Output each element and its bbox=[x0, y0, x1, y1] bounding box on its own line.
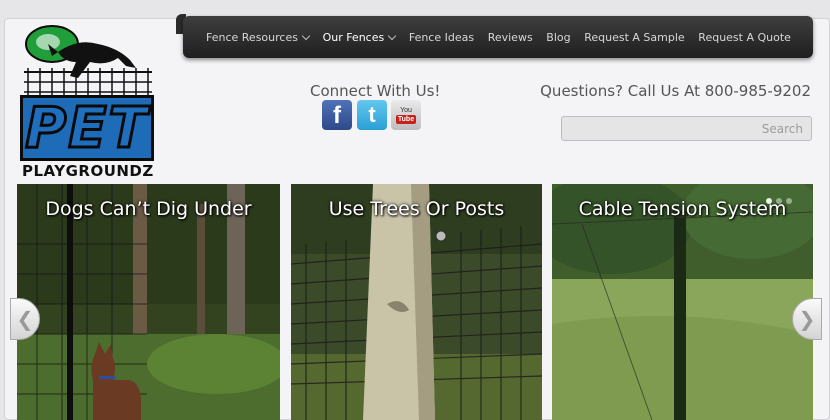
facebook-icon[interactable]: f bbox=[322, 100, 352, 130]
slide-title: Use Trees Or Posts bbox=[328, 198, 505, 220]
nav-item-fence-resources[interactable]: Fence Resources bbox=[206, 30, 311, 44]
main-nav: Fence Resources Our Fences Fence Ideas R… bbox=[183, 16, 813, 58]
nav-label: Fence Resources bbox=[206, 30, 298, 44]
search-input[interactable] bbox=[561, 116, 812, 141]
nav-label: Request A Quote bbox=[698, 30, 791, 44]
nav-item-blog[interactable]: Blog bbox=[546, 31, 570, 44]
nav-item-reviews[interactable]: Reviews bbox=[488, 31, 533, 44]
chevron-left-icon: ❮ bbox=[16, 307, 34, 331]
nav-item-fence-ideas[interactable]: Fence Ideas bbox=[409, 31, 474, 44]
connect-section: Connect With Us! bbox=[310, 82, 450, 100]
nav-label: Fence Ideas bbox=[408, 30, 475, 44]
slider-dot[interactable] bbox=[786, 198, 792, 204]
connect-title: Connect With Us! bbox=[310, 82, 441, 100]
logo-wordmark: PET bbox=[20, 94, 154, 162]
slide-dogs-cant-dig[interactable]: Dogs Can’t Dig Under bbox=[17, 184, 280, 420]
nav-item-request-quote[interactable]: Request A Quote bbox=[698, 31, 791, 44]
site-logo[interactable]: PET PLAYGROUNDZ bbox=[18, 22, 158, 180]
nav-label: Reviews bbox=[487, 30, 533, 44]
nav-label: Request A Sample bbox=[584, 30, 685, 44]
slide-use-trees[interactable]: Use Trees Or Posts bbox=[291, 184, 542, 420]
slider-dot[interactable] bbox=[776, 198, 782, 204]
slider-pagination bbox=[766, 198, 792, 204]
nav-label: Blog bbox=[546, 30, 571, 44]
youtube-icon[interactable]: You Tube bbox=[391, 100, 421, 130]
phone-callout: Questions? Call Us At 800-985-9202 bbox=[540, 82, 811, 100]
nav-item-our-fences[interactable]: Our Fences bbox=[322, 30, 397, 44]
slide-title: Dogs Can’t Dig Under bbox=[45, 198, 252, 220]
dog-fence-logo-icon bbox=[24, 25, 152, 96]
chevron-down-icon bbox=[301, 31, 311, 40]
logo-subtitle: PLAYGROUNDZ bbox=[22, 162, 154, 180]
slider-dot[interactable] bbox=[766, 198, 772, 204]
twitter-icon[interactable]: t bbox=[357, 100, 387, 130]
chevron-down-icon bbox=[387, 31, 397, 40]
slide-cable-tension[interactable]: Cable Tension System bbox=[552, 184, 813, 420]
chevron-right-icon: ❯ bbox=[798, 307, 816, 331]
nav-item-request-sample[interactable]: Request A Sample bbox=[584, 31, 684, 44]
nav-label: Our Fences bbox=[322, 30, 385, 44]
